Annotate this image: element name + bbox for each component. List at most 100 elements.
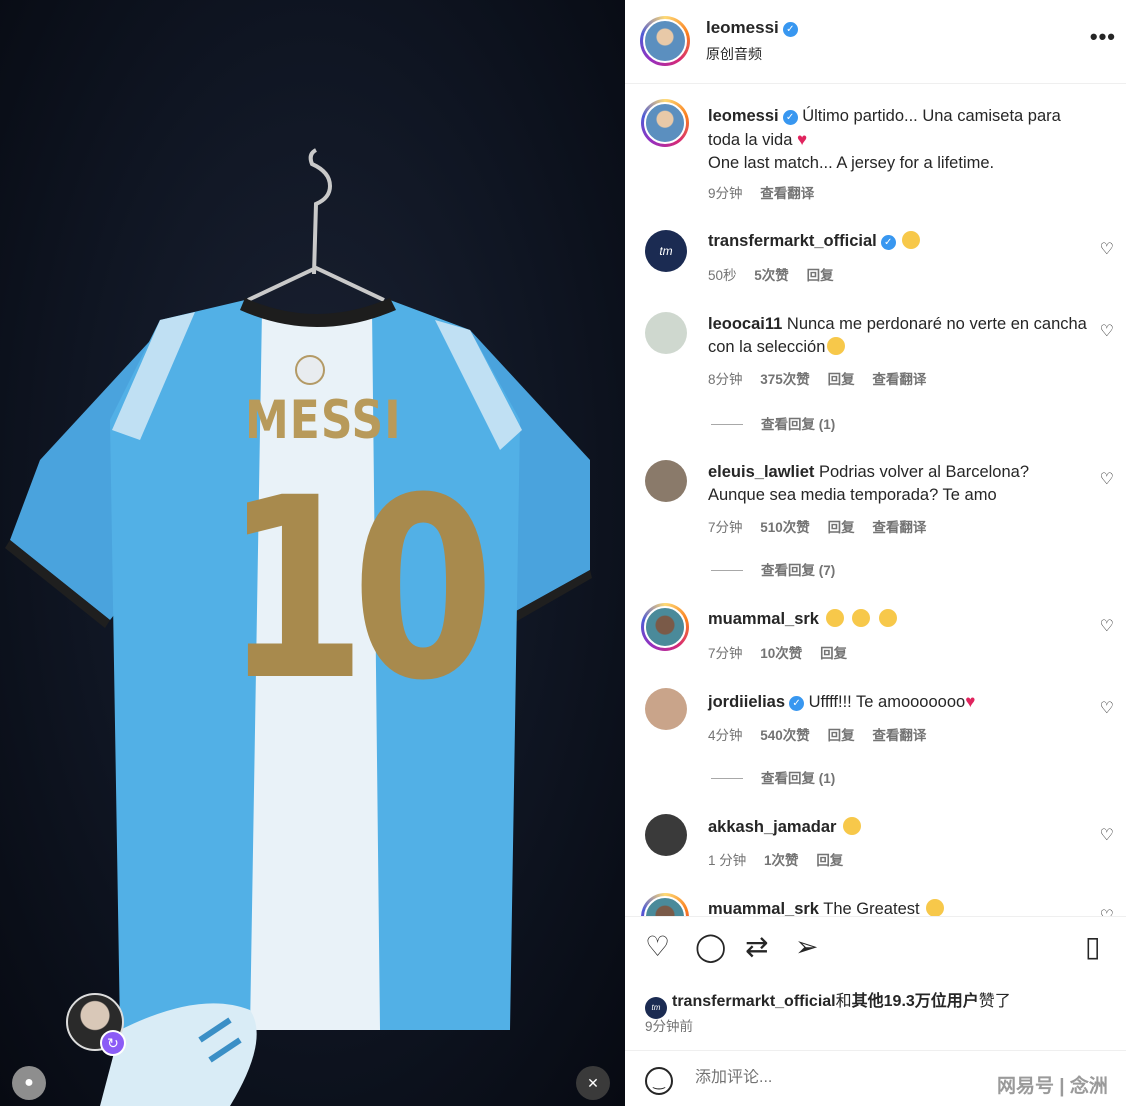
audio-label[interactable]: 原创音频 (706, 44, 762, 64)
commenter-username[interactable]: jordiielias (708, 693, 785, 711)
red-heart-emoji-icon: ♥ (965, 692, 976, 711)
like-comment-heart-icon[interactable]: ♡ (1100, 321, 1114, 341)
commenter-avatar[interactable] (645, 688, 687, 730)
comment-time[interactable]: 7分钟 (708, 520, 743, 535)
comment-time[interactable]: 7分钟 (708, 646, 743, 661)
caption-text-line2: One last match... A jersey for a lifetim… (708, 154, 995, 172)
translate-link[interactable]: 查看翻译 (872, 520, 926, 535)
commenter-username[interactable]: muammal_srk (708, 900, 819, 916)
post-timestamp[interactable]: 9分钟前 (645, 1015, 693, 1035)
flushed-face-emoji-icon (878, 609, 897, 627)
commenter-avatar[interactable] (645, 814, 687, 856)
commenter-avatar[interactable] (641, 603, 689, 651)
commenter-avatar[interactable] (645, 312, 687, 354)
crown-emoji-icon (926, 899, 945, 916)
like-comment-heart-icon[interactable]: ♡ (1100, 698, 1114, 718)
caption-translate-link[interactable]: 查看翻译 (760, 186, 814, 201)
flushed-face-emoji-icon (825, 609, 844, 627)
clapping-hands-emoji-icon (902, 231, 921, 249)
post-details-panel: leomessi ✓ 原创音频 ••• leomessi ✓ Último part… (625, 0, 1126, 1106)
comment-likes[interactable]: 540次赞 (760, 728, 810, 743)
heart-icon[interactable]: ♡ (645, 933, 670, 961)
like-comment-heart-icon[interactable]: ♡ (1100, 906, 1114, 916)
speaker-muted-icon[interactable]: ✕ (576, 1066, 610, 1100)
emoji-picker-icon[interactable]: ‿ (645, 1067, 673, 1095)
liked-by-and: 和 (835, 993, 852, 1010)
commenter-avatar[interactable]: tm (645, 230, 687, 272)
reply-button[interactable]: 回复 (828, 728, 855, 743)
caption-meta: 9分钟 查看翻译 (708, 182, 828, 202)
liker-username[interactable]: transfermarkt_official (672, 993, 836, 1010)
commenter-username[interactable]: eleuis_lawliet (708, 463, 814, 481)
comment-input[interactable] (695, 1069, 975, 1087)
reply-button[interactable]: 回复 (828, 372, 855, 387)
comment-time[interactable]: 8分钟 (708, 372, 743, 387)
verified-badge-icon: ✓ (782, 22, 798, 37)
comment-time[interactable]: 1 分钟 (708, 853, 746, 868)
caption-username[interactable]: leomessi (708, 107, 779, 125)
verified-badge-icon: ✓ (789, 696, 805, 711)
reply-button[interactable]: 回复 (820, 646, 847, 661)
author-username[interactable]: leomessi (706, 18, 779, 37)
commenter-avatar[interactable] (645, 460, 687, 502)
pleading-face-emoji-icon (827, 337, 846, 355)
verified-badge-icon: ✓ (880, 235, 896, 250)
comment-text: Uffff!!! Te amooooooo (808, 693, 966, 711)
post-header: leomessi ✓ 原创音频 ••• (625, 0, 1126, 84)
view-replies-button[interactable]: 查看回复 (1) (711, 767, 835, 787)
caption-time[interactable]: 9分钟 (708, 186, 743, 201)
jersey-number-print: 10 (223, 444, 495, 735)
comment-meta: 8分钟 375次赞 回复 查看翻译 (708, 368, 940, 388)
comment-time[interactable]: 4分钟 (708, 728, 743, 743)
liked-by-suffix: 赞了 (978, 993, 1011, 1010)
verified-badge-icon: ✓ (782, 110, 798, 125)
bookmark-icon[interactable]: ▯ (1085, 933, 1100, 961)
more-options-icon[interactable]: ••• (1090, 24, 1116, 50)
comment-likes[interactable]: 10次赞 (760, 646, 802, 661)
like-comment-heart-icon[interactable]: ♡ (1100, 469, 1114, 489)
liked-by-others[interactable]: 其他19.3万位用户 (852, 993, 979, 1010)
like-comment-heart-icon[interactable]: ♡ (1100, 239, 1114, 259)
jersey-name-print: MESSI (245, 389, 402, 452)
comment-likes[interactable]: 1次赞 (764, 853, 799, 868)
like-comment-heart-icon[interactable]: ♡ (1100, 616, 1114, 636)
comment-time[interactable]: 50秒 (708, 268, 737, 283)
commenter-username[interactable]: leoocai11 (708, 315, 782, 333)
post-media[interactable]: MESSI 10 ↻ ● ✕ (0, 0, 625, 1106)
commenter-avatar[interactable] (641, 893, 689, 916)
caption-author-avatar[interactable] (641, 99, 689, 147)
comment-icon[interactable]: ◯ (695, 933, 726, 961)
reply-button[interactable]: 回复 (807, 268, 834, 283)
person-icon[interactable]: ● (12, 1066, 46, 1100)
comment-meta: 1 分钟 1次赞 回复 (708, 849, 857, 869)
translate-link[interactable]: 查看翻译 (872, 372, 926, 387)
comment-likes[interactable]: 5次赞 (754, 268, 789, 283)
like-comment-heart-icon[interactable]: ♡ (1100, 825, 1114, 845)
flushed-face-emoji-icon (852, 609, 871, 627)
commenter-username[interactable]: transfermarkt_official (708, 232, 877, 250)
watermark: 网易号 | 念洲 (997, 1076, 1108, 1097)
commenter-username[interactable]: muammal_srk (708, 610, 819, 628)
liked-by-summary[interactable]: tm transfermarkt_official和其他19.3万位用户赞了 (645, 987, 1011, 1019)
share-icon[interactable]: ➢ (795, 933, 818, 961)
pink-heart-emoji-icon: ♥ (797, 130, 808, 149)
view-replies-button[interactable]: 查看回复 (1) (711, 413, 835, 433)
reply-button[interactable]: 回复 (816, 853, 843, 868)
comment-likes[interactable]: 375次赞 (760, 372, 810, 387)
comment-likes[interactable]: 510次赞 (760, 520, 810, 535)
commenter-username[interactable]: akkash_jamadar (708, 818, 836, 836)
comment-meta: 50秒 5次赞 回复 (708, 264, 848, 284)
comment-meta: 7分钟 510次赞 回复 查看翻译 (708, 516, 940, 536)
pleading-face-emoji-icon (843, 817, 862, 835)
translate-link[interactable]: 查看翻译 (872, 728, 926, 743)
view-replies-button[interactable]: 查看回复 (7) (711, 559, 835, 579)
post-actions: ♡ ◯ ⇄ ➢ ▯ tm transfermarkt_official和其他19.… (625, 916, 1126, 1050)
comments-list[interactable]: leomessi ✓ Último partido... Una camiseta… (625, 85, 1126, 916)
remix-icon[interactable]: ↻ (100, 1030, 126, 1056)
comment-text: The Greatest (823, 900, 920, 916)
comment-composer: ‿ 网易号 | 念洲 (625, 1050, 1126, 1106)
reply-button[interactable]: 回复 (828, 520, 855, 535)
comment-meta: 7分钟 10次赞 回复 (708, 642, 861, 662)
author-avatar[interactable] (640, 16, 690, 66)
repost-icon[interactable]: ⇄ (745, 933, 768, 961)
